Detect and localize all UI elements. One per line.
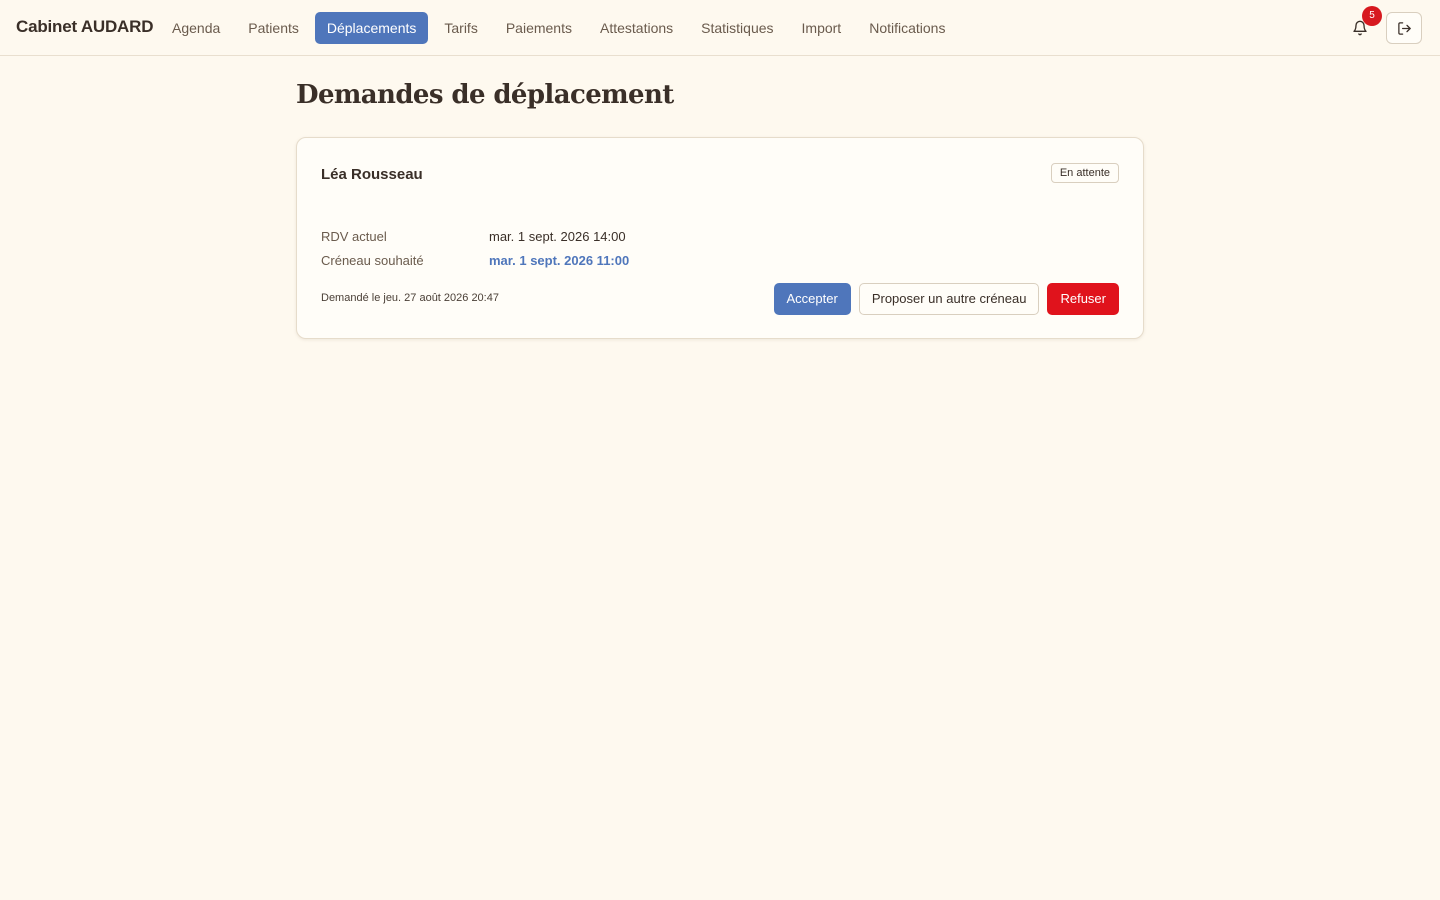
page-title: Demandes de déplacement xyxy=(296,80,674,110)
nav-item-paiements[interactable]: Paiements xyxy=(492,12,586,44)
notification-count-badge: 5 xyxy=(1362,6,1382,26)
propose-slot-button[interactable]: Proposer un autre créneau xyxy=(858,283,1040,315)
nav-item-deplacements[interactable]: Déplacements xyxy=(314,12,429,44)
nav-item-tarifs[interactable]: Tarifs xyxy=(430,12,491,44)
request-actions: Accepter Proposer un autre créneau Refus… xyxy=(773,283,1119,315)
nav-item-import[interactable]: Import xyxy=(788,12,856,44)
status-badge: En attente xyxy=(1050,163,1119,183)
request-date: Demandé le jeu. 27 août 2026 20:47 xyxy=(321,292,499,304)
patient-name: Léa Rousseau xyxy=(321,166,423,183)
logout-button[interactable] xyxy=(1386,12,1422,44)
logout-icon xyxy=(1397,21,1411,35)
refuse-button[interactable]: Refuser xyxy=(1047,283,1119,315)
wished-slot-label: Créneau souhaité xyxy=(321,253,424,268)
nav-item-agenda[interactable]: Agenda xyxy=(158,12,234,44)
brand-title[interactable]: Cabinet AUDARD xyxy=(16,17,153,37)
nav-item-statistiques[interactable]: Statistiques xyxy=(687,12,787,44)
current-appointment-label: RDV actuel xyxy=(321,229,387,244)
main-nav: Agenda Patients Déplacements Tarifs Paie… xyxy=(158,12,959,44)
accept-button[interactable]: Accepter xyxy=(773,283,851,315)
nav-item-attestations[interactable]: Attestations xyxy=(586,12,687,44)
travel-request-card: Léa Rousseau En attente RDV actuel mar. … xyxy=(296,137,1144,339)
current-appointment-value: mar. 1 sept. 2026 14:00 xyxy=(489,229,626,244)
top-navigation-bar: Cabinet AUDARD Agenda Patients Déplaceme… xyxy=(0,0,1440,56)
nav-item-notifications[interactable]: Notifications xyxy=(855,12,959,44)
nav-item-patients[interactable]: Patients xyxy=(234,12,313,44)
wished-slot-value: mar. 1 sept. 2026 11:00 xyxy=(489,253,630,268)
